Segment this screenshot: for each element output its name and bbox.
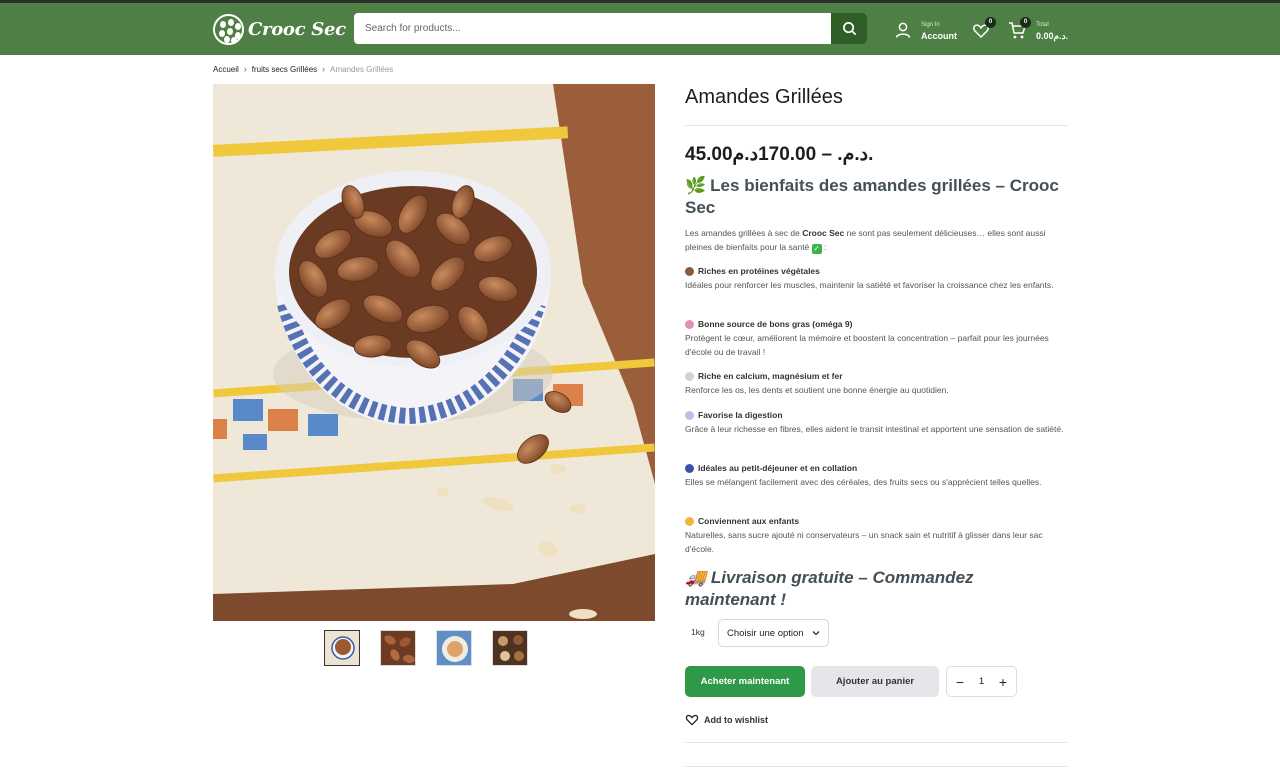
benefits-heading: 🌿 Les bienfaits des amandes grillées – Cr…: [685, 175, 1068, 219]
search-bar: [354, 13, 867, 44]
benefit-item-protein: Riches en protéines végétales Idéales po…: [685, 264, 1068, 292]
bone-icon: [685, 371, 694, 381]
quantity-decrease-button[interactable]: −: [954, 674, 966, 690]
quantity-stepper: − 1 +: [946, 666, 1017, 697]
benefits-heading-text: Les bienfaits des amandes grillées – Cro…: [685, 176, 1059, 217]
thumbnail-almonds-image: [381, 631, 415, 665]
quantity-value[interactable]: 1: [979, 676, 984, 687]
divider: [685, 742, 1068, 743]
benefit-title: Favorise la digestion: [698, 410, 783, 420]
herb-icon: 🌿: [685, 176, 707, 195]
benefit-description: Protègent le cœur, améliorent la mémoire…: [685, 333, 1049, 357]
site-header: Crooc Sec Sign In Account 0: [0, 3, 1280, 55]
product-price: 45.00د.م. – 170.00د.م.: [685, 144, 874, 165]
benefit-title: Bonne source de bons gras (oméga 9): [698, 319, 853, 329]
product-thumbnails: [324, 630, 528, 666]
free-delivery-text: Livraison gratuite – Commandez maintenan…: [685, 568, 974, 609]
benefit-title: Idéales au petit-déjeuner et en collatio…: [698, 463, 858, 473]
thumbnail-1[interactable]: [324, 630, 360, 666]
chevron-down-icon: [812, 631, 820, 636]
cart-total-value: 0.00د.م.: [1036, 30, 1069, 41]
wishlist-label: Add to wishlist: [704, 715, 768, 725]
checkmark-icon: ✓: [811, 244, 822, 254]
benefits-intro: Les amandes grillées à sec de Crooc Sec …: [685, 226, 1068, 254]
site-logo[interactable]: Crooc Sec: [213, 13, 346, 45]
heart-outline-icon: [685, 714, 699, 726]
breadcrumb-link-home[interactable]: Accueil: [213, 65, 239, 74]
divider: [685, 125, 1068, 126]
user-icon: [895, 22, 911, 38]
hand-icon: [685, 516, 694, 526]
benefit-description: Idéales pour renforcer les muscles, main…: [685, 280, 1054, 290]
add-to-wishlist-link[interactable]: Add to wishlist: [685, 713, 768, 727]
product-main-image[interactable]: [213, 84, 655, 621]
benefit-description: Naturelles, sans sucre ajouté ni conserv…: [685, 530, 1043, 554]
thumbnail-mixed-nuts-image: [493, 631, 527, 665]
thumbnail-plate-image: [437, 631, 471, 665]
breadcrumb-link-category[interactable]: fruits secs Grillées: [252, 65, 317, 74]
thumbnail-4[interactable]: [492, 630, 528, 666]
intro-brand: Crooc Sec: [802, 228, 845, 238]
account-sign-in-text: Sign In: [921, 21, 940, 28]
thumbnail-3[interactable]: [436, 630, 472, 666]
select-value: Choisir une option: [727, 627, 804, 639]
chevron-right-icon: ›: [243, 64, 247, 74]
thumbnail-bowl-image: [325, 631, 359, 665]
account-label: Account: [921, 30, 957, 41]
utensils-icon: [685, 410, 694, 420]
truck-icon: 🚚: [685, 568, 707, 587]
breadcrumb-current: Amandes Grillées: [330, 64, 394, 74]
search-input[interactable]: [354, 13, 831, 44]
benefit-item-kids: Conviennent aux enfants Naturelles, sans…: [685, 514, 1068, 556]
benefit-description: Grâce à leur richesse en fibres, elles a…: [685, 424, 1064, 434]
benefit-item-minerals: Riche en calcium, magnésium et fer Renfo…: [685, 369, 1068, 397]
cart-count-badge: 0: [1020, 16, 1031, 28]
wishlist-button[interactable]: 0: [972, 17, 996, 41]
add-to-cart-button[interactable]: Ajouter au panier: [811, 666, 939, 697]
logo-mark-icon: [213, 13, 244, 45]
benefit-item-breakfast: Idéales au petit-déjeuner et en collatio…: [685, 461, 1068, 489]
benefit-description: Elles se mélangent facilement avec des c…: [685, 477, 1042, 487]
search-icon: [842, 22, 856, 35]
benefit-item-digestion: Favorise la digestion Grâce à leur riche…: [685, 408, 1068, 436]
account-link[interactable]: Sign In Account: [894, 17, 957, 43]
weight-option-select[interactable]: Choisir une option: [718, 619, 829, 647]
benefit-title: Riche en calcium, magnésium et fer: [698, 371, 843, 381]
cart-link[interactable]: 0 Total 0.00د.م.: [1008, 16, 1069, 43]
breadcrumb: Accueil › fruits secs Grillées › Amandes…: [213, 64, 393, 74]
benefit-description: Renforce les os, les dents et soutient u…: [685, 385, 949, 395]
almonds-bowl-photo: [213, 84, 655, 621]
benefit-item-fats: Bonne source de bons gras (oméga 9) Prot…: [685, 317, 1068, 359]
almond-icon: [685, 266, 694, 276]
benefit-title: Riches en protéines végétales: [698, 266, 820, 276]
intro-colon: :: [821, 242, 827, 252]
divider: [685, 766, 1068, 767]
cart-total-small: Total: [1036, 21, 1049, 28]
product-title: Amandes Grillées: [685, 86, 843, 108]
chevron-right-icon: ›: [322, 64, 326, 74]
quantity-increase-button[interactable]: +: [997, 674, 1009, 690]
buy-now-button[interactable]: Acheter maintenant: [685, 666, 805, 697]
brain-icon: [685, 319, 694, 329]
benefit-title: Conviennent aux enfants: [698, 516, 800, 526]
thumbnail-2[interactable]: [380, 630, 416, 666]
weight-option-label: 1kg: [691, 627, 705, 637]
intro-text-start: Les amandes grillées à sec de: [685, 228, 803, 238]
logo-text: Crooc Sec: [248, 18, 346, 40]
search-button[interactable]: [831, 13, 867, 44]
bowl-icon: [685, 463, 694, 473]
wishlist-count-badge: 0: [985, 17, 996, 28]
free-delivery-heading: 🚚 Livraison gratuite – Commandez mainten…: [685, 567, 1068, 611]
